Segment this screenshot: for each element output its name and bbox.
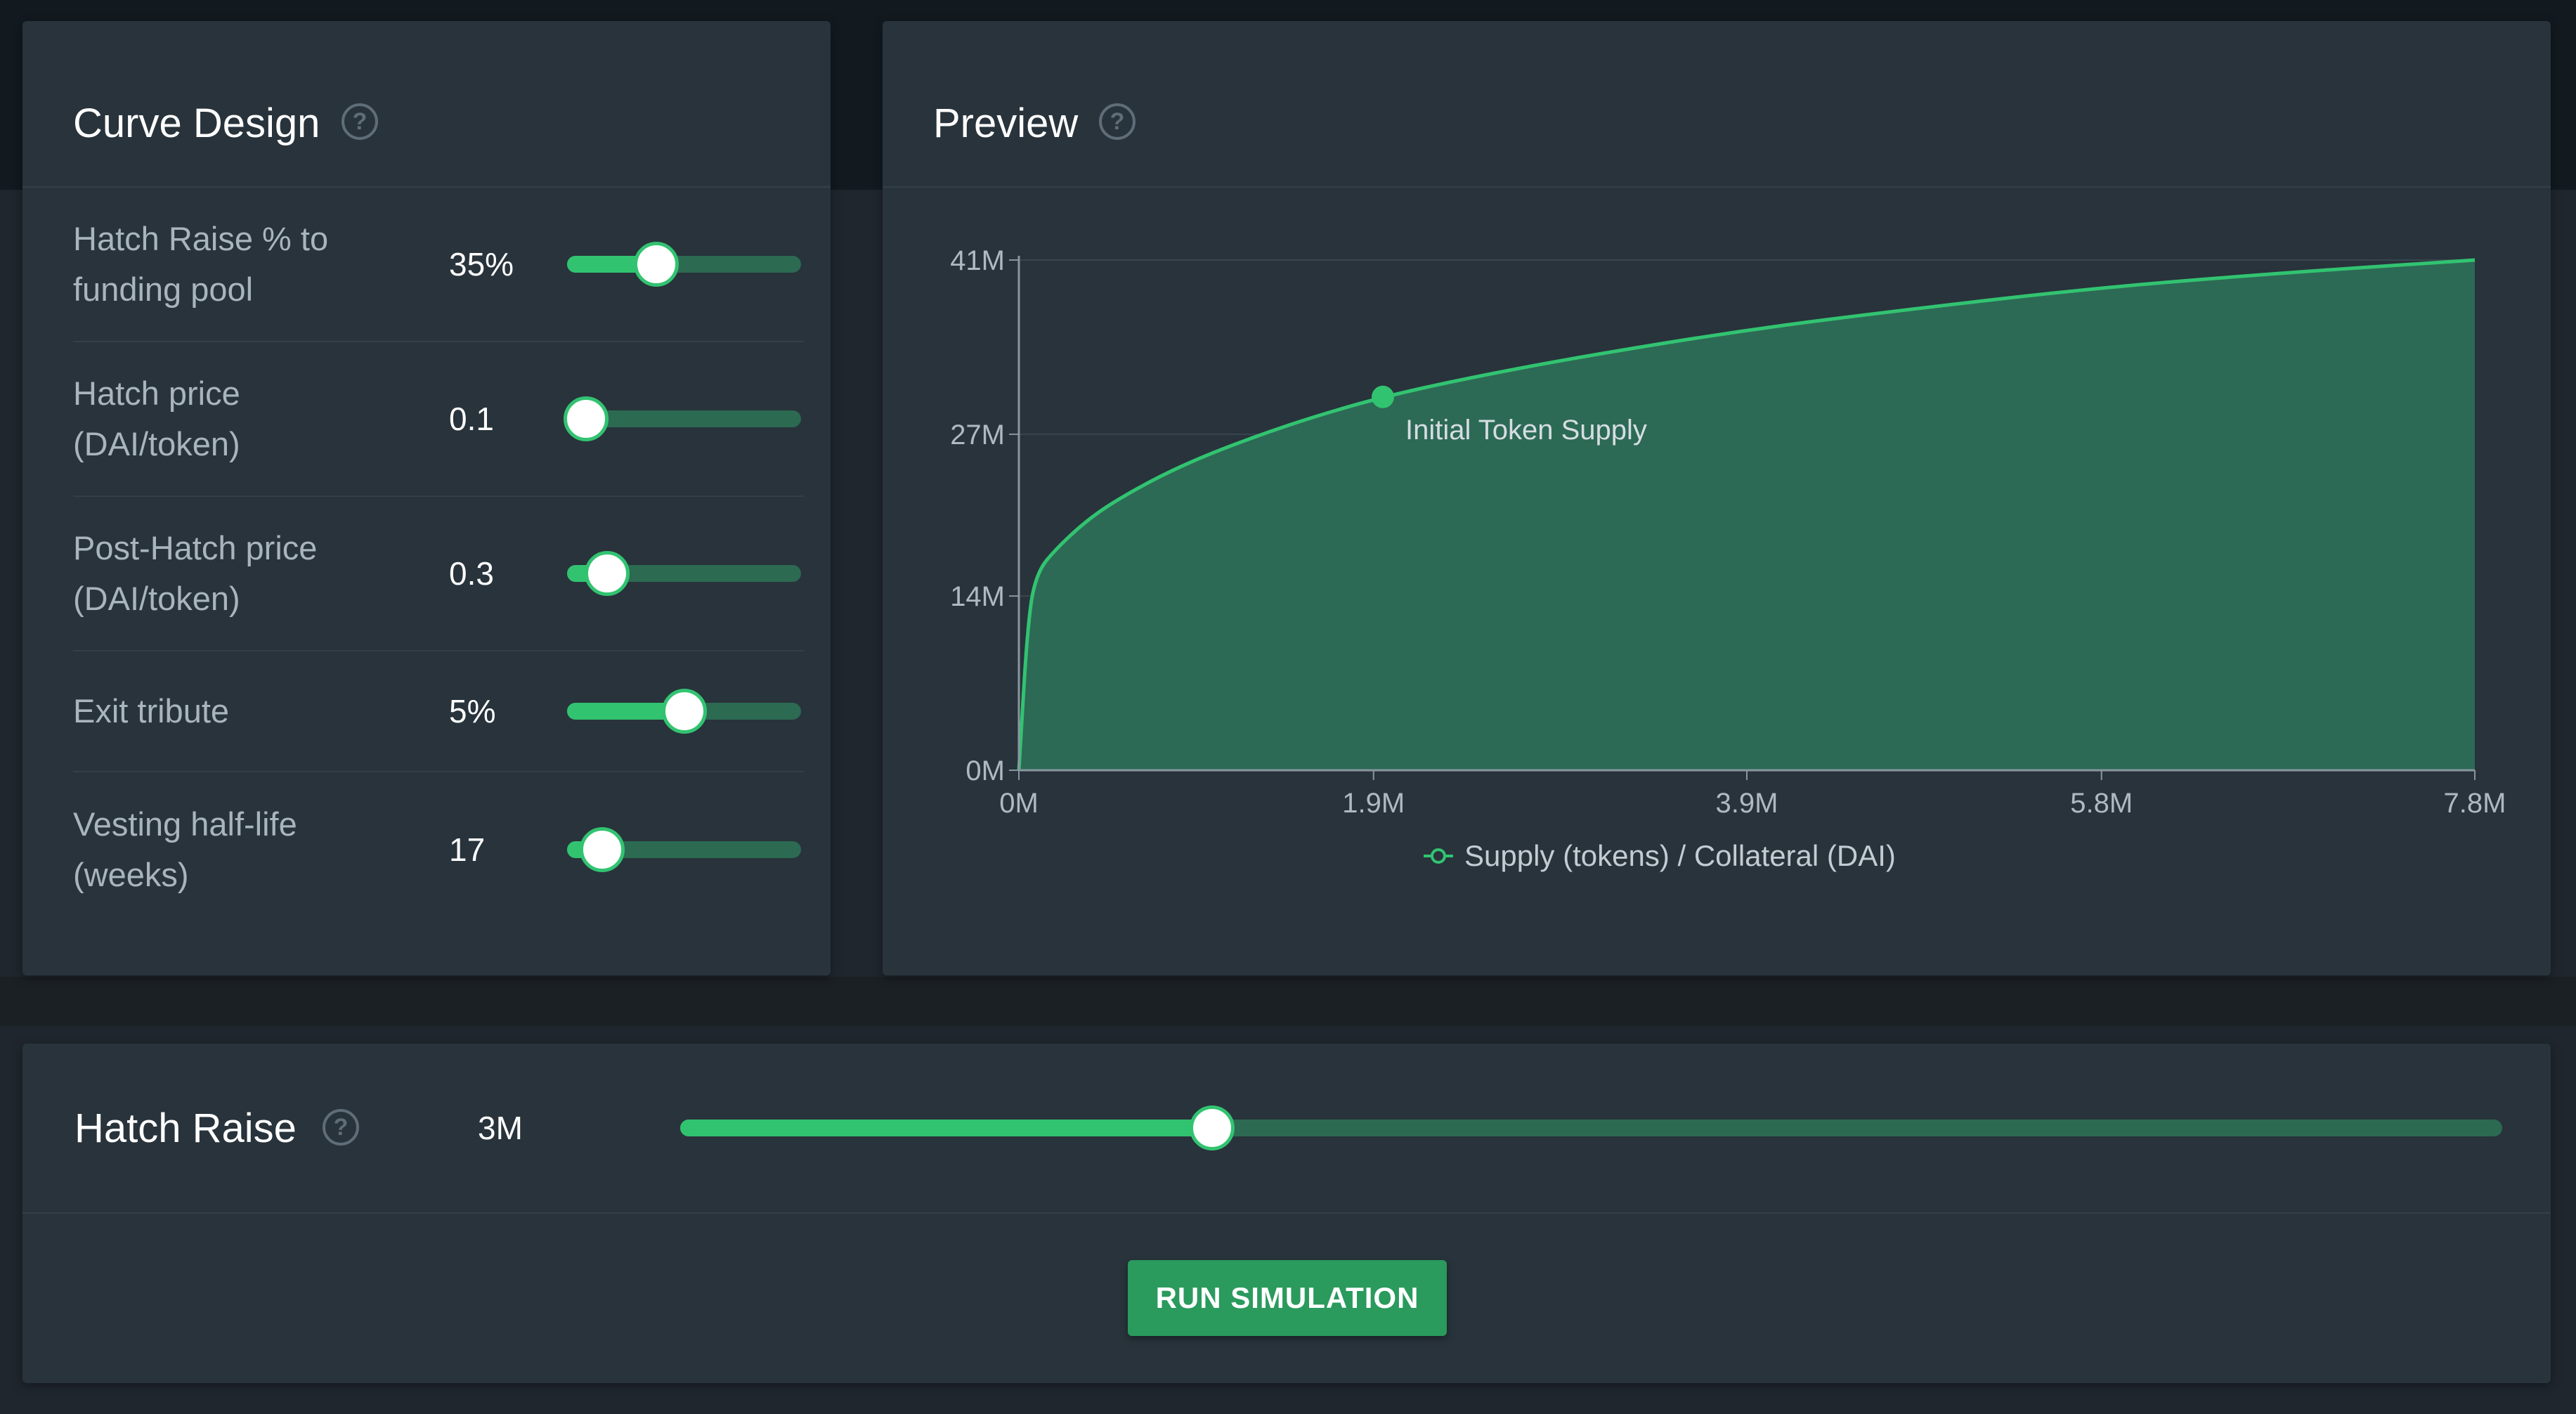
curve-design-title: Curve Design xyxy=(73,100,320,146)
slider-thumb[interactable] xyxy=(579,827,625,872)
help-icon[interactable]: ? xyxy=(341,103,378,140)
param-row-hatch-raise-percent: Hatch Raise % to funding pool 35% xyxy=(73,188,804,342)
param-label: Hatch price (DAI/token) xyxy=(73,375,240,462)
hatch-raise-header: Hatch Raise ? 3M xyxy=(22,1044,2551,1214)
hatch-raise-value: 3M xyxy=(478,1110,523,1146)
x-tick-label: 3.9M xyxy=(1716,788,1778,819)
x-tick-label: 5.8M xyxy=(2070,788,2133,819)
hatch-raise-title: Hatch Raise xyxy=(74,1105,297,1151)
preview-chart: 0M 14M 27M 41M 0M 1.9M 3.9M 5.8M 7.8M Initial Tok… xyxy=(950,245,2506,872)
slider-fill xyxy=(680,1120,1213,1136)
x-tick-label: 0M xyxy=(999,788,1039,819)
run-simulation-button[interactable]: RUN SIMULATION xyxy=(1128,1260,1447,1336)
x-tick-label: 7.8M xyxy=(2444,788,2506,819)
param-label: Vesting half-life (weeks) xyxy=(73,805,297,893)
slider-thumb[interactable] xyxy=(1190,1105,1235,1150)
param-label: Hatch Raise % to funding pool xyxy=(73,220,329,308)
help-icon[interactable]: ? xyxy=(323,1109,359,1146)
slider-thumb[interactable] xyxy=(661,689,707,734)
param-row-vesting-half-life: Vesting half-life (weeks) 17 xyxy=(73,772,804,927)
series-area xyxy=(1019,260,2475,770)
post-hatch-price-slider[interactable] xyxy=(567,551,801,596)
exit-tribute-slider[interactable] xyxy=(567,689,801,734)
y-tick-label: 27M xyxy=(950,420,1005,450)
param-row-exit-tribute: Exit tribute 5% xyxy=(73,651,804,772)
hatch-raise-slider[interactable] xyxy=(680,1105,2502,1150)
param-label: Post-Hatch price (DAI/token) xyxy=(73,529,318,617)
param-row-hatch-price: Hatch price (DAI/token) 0.1 xyxy=(73,342,804,497)
hatch-price-slider[interactable] xyxy=(563,396,801,441)
y-tick-label: 41M xyxy=(950,245,1005,276)
curve-design-panel: Curve Design ? Hatch Raise % to funding … xyxy=(22,21,831,975)
param-label: Exit tribute xyxy=(73,692,230,729)
legend-swatch-dot xyxy=(1431,848,1446,864)
param-value: 0.1 xyxy=(449,401,494,437)
preview-panel: Preview ? 0M 14M 27M 41M 0M 1.9M 3.9M 5.8M 7.8M I… xyxy=(883,21,2551,975)
vesting-half-life-slider[interactable] xyxy=(567,827,801,872)
chart-legend: Supply (tokens) / Collateral (DAI) xyxy=(1464,839,1896,872)
y-tick-label: 14M xyxy=(950,581,1005,612)
x-tick-label: 1.9M xyxy=(1342,788,1405,819)
slider-thumb[interactable] xyxy=(584,551,630,596)
initial-supply-marker xyxy=(1372,385,1394,408)
hatch-raise-percent-slider[interactable] xyxy=(567,242,801,287)
y-tick-label: 0M xyxy=(965,755,1005,786)
slider-thumb[interactable] xyxy=(633,242,679,287)
param-value: 35% xyxy=(449,246,514,283)
param-value: 5% xyxy=(449,693,496,729)
initial-supply-annotation: Initial Token Supply xyxy=(1405,415,1647,446)
param-value: 17 xyxy=(449,831,486,868)
section-divider-band xyxy=(0,977,2576,1026)
param-value: 0.3 xyxy=(449,555,494,592)
slider-thumb[interactable] xyxy=(563,396,609,441)
param-row-post-hatch-price: Post-Hatch price (DAI/token) 0.3 xyxy=(73,497,804,651)
curve-design-header: Curve Design ? xyxy=(22,21,831,188)
